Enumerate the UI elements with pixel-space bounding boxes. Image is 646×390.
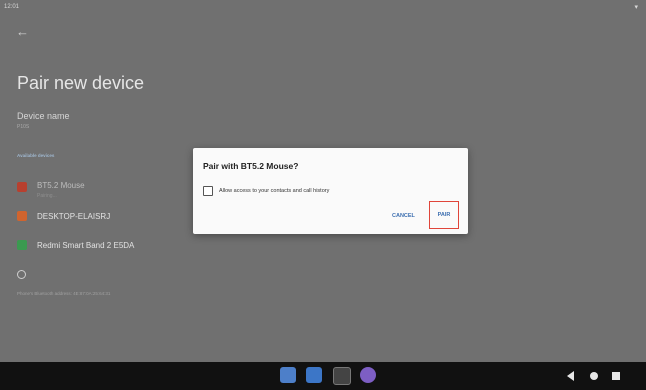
info-icon — [17, 270, 26, 279]
device-name-value: P10S — [17, 124, 30, 130]
computer-icon — [17, 211, 27, 221]
device-status: Pairing... — [37, 193, 57, 199]
dialog-title: Pair with BT5.2 Mouse? — [203, 161, 299, 171]
gallery-app-icon[interactable] — [306, 367, 322, 383]
checkbox-label: Allow access to your contacts and call h… — [219, 188, 330, 194]
camera-app-icon[interactable] — [333, 367, 351, 385]
apps-grid-icon[interactable] — [360, 367, 376, 383]
nav-recents-icon[interactable] — [612, 372, 620, 380]
bluetooth-address: Phone's Bluetooth address: 4E:87:0A:25:6… — [17, 291, 111, 296]
nav-home-icon[interactable] — [590, 372, 598, 380]
pair-button[interactable]: PAIR — [429, 201, 459, 229]
nav-back-icon[interactable] — [567, 371, 574, 381]
contacts-access-option[interactable]: Allow access to your contacts and call h… — [203, 186, 329, 196]
pair-dialog: Pair with BT5.2 Mouse? Allow access to y… — [193, 148, 468, 234]
cancel-button[interactable]: CANCEL — [392, 213, 415, 219]
available-devices-label: Available devices — [17, 153, 55, 158]
device-name: Redmi Smart Band 2 E5DA — [37, 240, 135, 250]
contacts-access-checkbox[interactable] — [203, 186, 213, 196]
mouse-icon — [17, 182, 27, 192]
status-time: 12:01 — [4, 4, 20, 10]
device-name-label[interactable]: Device name — [17, 111, 70, 121]
status-bar: 12:01 ▾ — [0, 0, 646, 14]
navigation-bar — [0, 362, 646, 390]
device-name: BT5.2 Mouse — [37, 181, 85, 190]
wifi-icon: ▾ — [634, 4, 638, 11]
device-name: DESKTOP-ELAISRJ — [37, 211, 111, 221]
page-title: Pair new device — [17, 73, 145, 93]
device-row-desktop[interactable]: DESKTOP-ELAISRJ — [17, 205, 110, 227]
device-row-redmi-band[interactable]: Redmi Smart Band 2 E5DA — [17, 234, 134, 256]
device-row-bt5-mouse[interactable]: BT5.2 Mouse Pairing... — [17, 176, 85, 199]
band-icon — [17, 240, 27, 250]
back-arrow-icon[interactable]: ← — [16, 25, 29, 38]
files-app-icon[interactable] — [280, 367, 296, 383]
